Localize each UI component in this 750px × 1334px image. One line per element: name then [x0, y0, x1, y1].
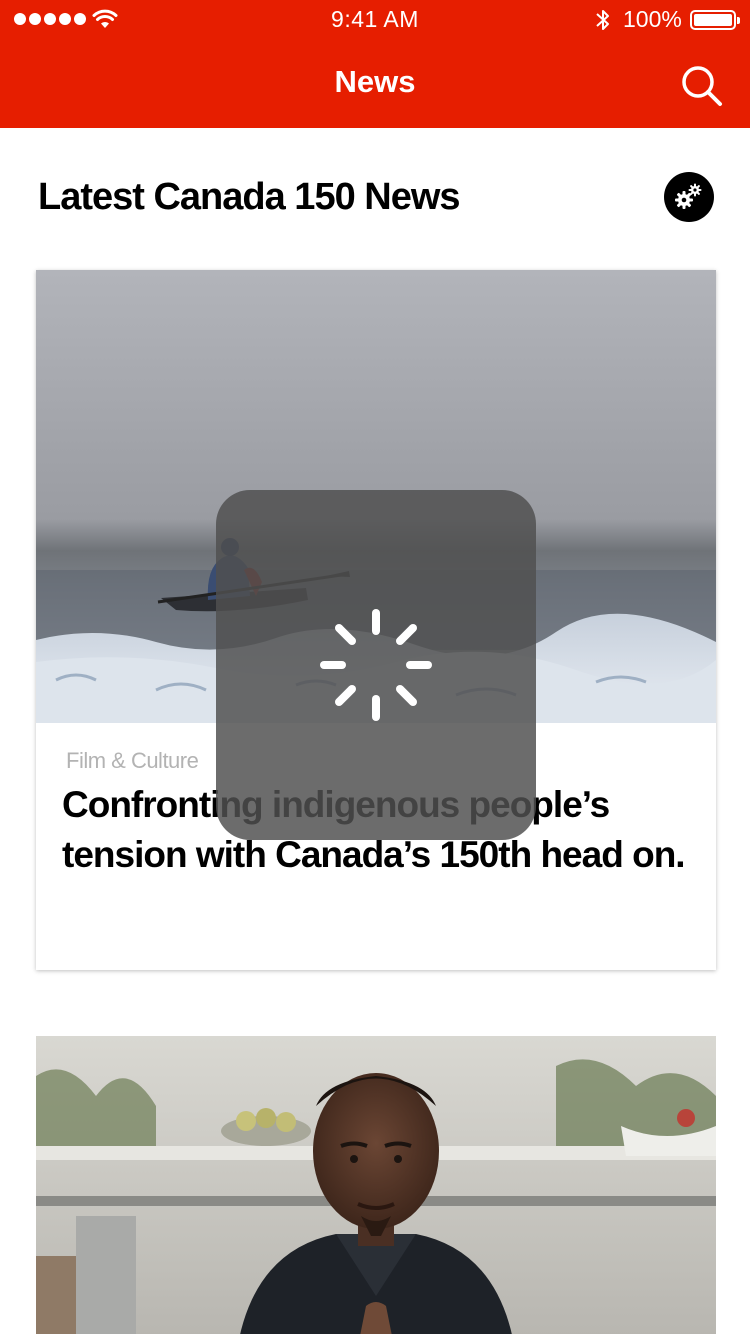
- settings-button[interactable]: [664, 172, 714, 222]
- article-image: [36, 1036, 716, 1334]
- article-category: Film & Culture: [66, 748, 199, 773]
- app-header: 9:41 AM 100% News: [0, 0, 750, 128]
- status-bar: 9:41 AM 100%: [0, 0, 750, 40]
- loading-overlay: [216, 490, 536, 840]
- battery-icon: [690, 10, 740, 30]
- section-title: Latest Canada 150 News: [38, 176, 461, 218]
- gears-icon: [675, 183, 702, 209]
- activity-spinner-icon: [320, 609, 432, 721]
- nav-title: News: [334, 64, 416, 99]
- article-card[interactable]: [36, 1036, 716, 1334]
- search-icon[interactable]: [676, 60, 726, 110]
- bluetooth-icon: [596, 10, 609, 30]
- battery-percent: 100%: [623, 6, 682, 32]
